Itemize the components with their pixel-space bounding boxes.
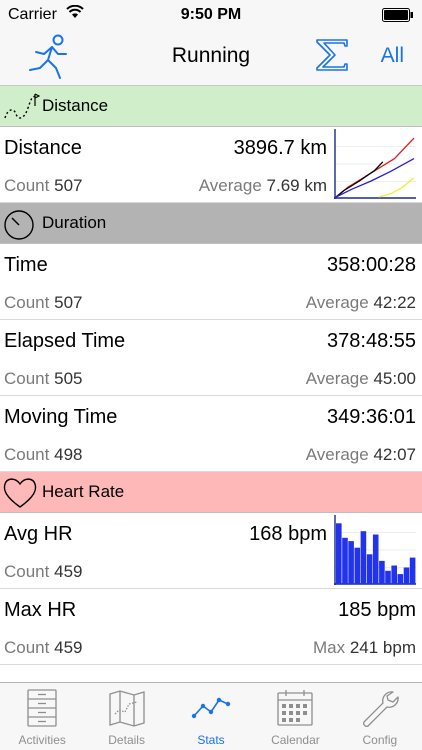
tab-calendar[interactable]: Calendar — [253, 683, 337, 750]
stat-count: Count 459 — [4, 562, 83, 581]
stopwatch-icon — [4, 210, 34, 240]
stat-name: Elapsed Time — [4, 330, 126, 352]
stat-value: 358:00:28 — [327, 254, 416, 276]
histogram-bar — [348, 541, 354, 584]
tab-label: Details — [108, 733, 145, 747]
stat-name: Time — [4, 254, 48, 276]
section-title: Heart Rate — [42, 482, 125, 501]
clock: 9:50 PM — [180, 6, 242, 23]
distance-trend-chart — [334, 129, 416, 199]
status-bar: Carrier 9:50 PM — [0, 0, 422, 30]
stat-count: Count 459 — [4, 638, 83, 657]
stat-name: Moving Time — [4, 406, 118, 428]
stat-average: Average 7.69 km — [198, 176, 327, 195]
section-heart-rate: Heart Rate — [0, 472, 422, 513]
stat-average: Average 42:07 — [305, 445, 416, 464]
tab-label: Calendar — [271, 733, 320, 747]
stats-line-icon — [191, 697, 231, 719]
histogram-bar — [403, 567, 410, 584]
stat-value: 185 bpm — [338, 599, 416, 621]
histogram-bar — [372, 534, 379, 584]
row-moving-time[interactable]: Moving Time 349:36:01 Count 498 Average … — [0, 396, 422, 472]
row-avg-hr[interactable]: Avg HR 168 bpm Count 459 — [0, 513, 422, 589]
route-icon — [4, 93, 40, 119]
stat-average: Average 45:00 — [305, 369, 416, 388]
heart-icon — [3, 478, 37, 508]
histogram-bar — [354, 547, 361, 584]
histogram-bar — [336, 523, 342, 584]
histogram-bar — [397, 574, 404, 584]
tab-config[interactable]: Config — [338, 683, 422, 750]
histogram-bar — [391, 565, 397, 584]
calendar-icon — [277, 690, 314, 726]
histogram-bar — [360, 531, 367, 584]
section-title: Duration — [42, 213, 107, 232]
tab-label: Config — [362, 733, 398, 747]
tab-bar: Activities Details Stats Calendar Config — [0, 682, 422, 750]
histogram-bar — [342, 537, 348, 584]
histogram-bar — [409, 557, 416, 584]
stat-average: Average 42:22 — [305, 293, 416, 312]
stat-name: Max HR — [4, 599, 77, 621]
section-duration: Duration — [0, 203, 422, 244]
stat-name: Avg HR — [4, 523, 73, 545]
histogram-bar — [366, 554, 373, 584]
tab-stats[interactable]: Stats — [169, 683, 253, 750]
row-max-hr[interactable]: Max HR 185 bpm Count 459 Max 241 bpm — [0, 589, 422, 665]
cabinet-icon — [27, 689, 57, 727]
page-title: Running — [171, 44, 251, 67]
sum-icon[interactable] — [313, 36, 351, 74]
map-icon — [108, 690, 145, 727]
all-button[interactable]: All — [381, 44, 404, 68]
section-distance: Distance — [0, 86, 422, 127]
stat-count: Count 498 — [4, 445, 83, 464]
histogram-bar — [379, 560, 385, 584]
stat-value: 349:36:01 — [327, 406, 416, 428]
row-distance[interactable]: Distance 3896.7 km Count 507 Average 7.6… — [0, 127, 422, 203]
histogram-bar — [385, 570, 391, 584]
navigation-bar: Running All — [0, 30, 422, 86]
stat-average: Max 241 bpm — [312, 638, 416, 657]
stat-name: Distance — [4, 137, 82, 159]
row-elapsed-time[interactable]: Elapsed Time 378:48:55 Count 505 Average… — [0, 320, 422, 396]
hr-histogram-chart — [334, 515, 416, 585]
tab-label: Stats — [197, 733, 225, 747]
wrench-icon — [362, 691, 399, 727]
stats-list[interactable]: Distance Distance 3896.7 km Count 507 Av… — [0, 86, 422, 682]
stat-value: 3896.7 km — [233, 137, 327, 159]
row-time[interactable]: Time 358:00:28 Count 507 Average 42:22 — [0, 244, 422, 320]
stat-count: Count 505 — [4, 369, 83, 388]
tab-label: Activities — [18, 733, 66, 747]
battery-icon — [382, 8, 413, 22]
stat-value: 378:48:55 — [327, 330, 416, 352]
tab-activities[interactable]: Activities — [0, 683, 84, 750]
tab-details[interactable]: Details — [84, 683, 168, 750]
section-title: Distance — [42, 96, 109, 115]
stat-count: Count 507 — [4, 293, 83, 312]
stat-count: Count 507 — [4, 176, 83, 195]
stat-value: 168 bpm — [249, 523, 327, 545]
